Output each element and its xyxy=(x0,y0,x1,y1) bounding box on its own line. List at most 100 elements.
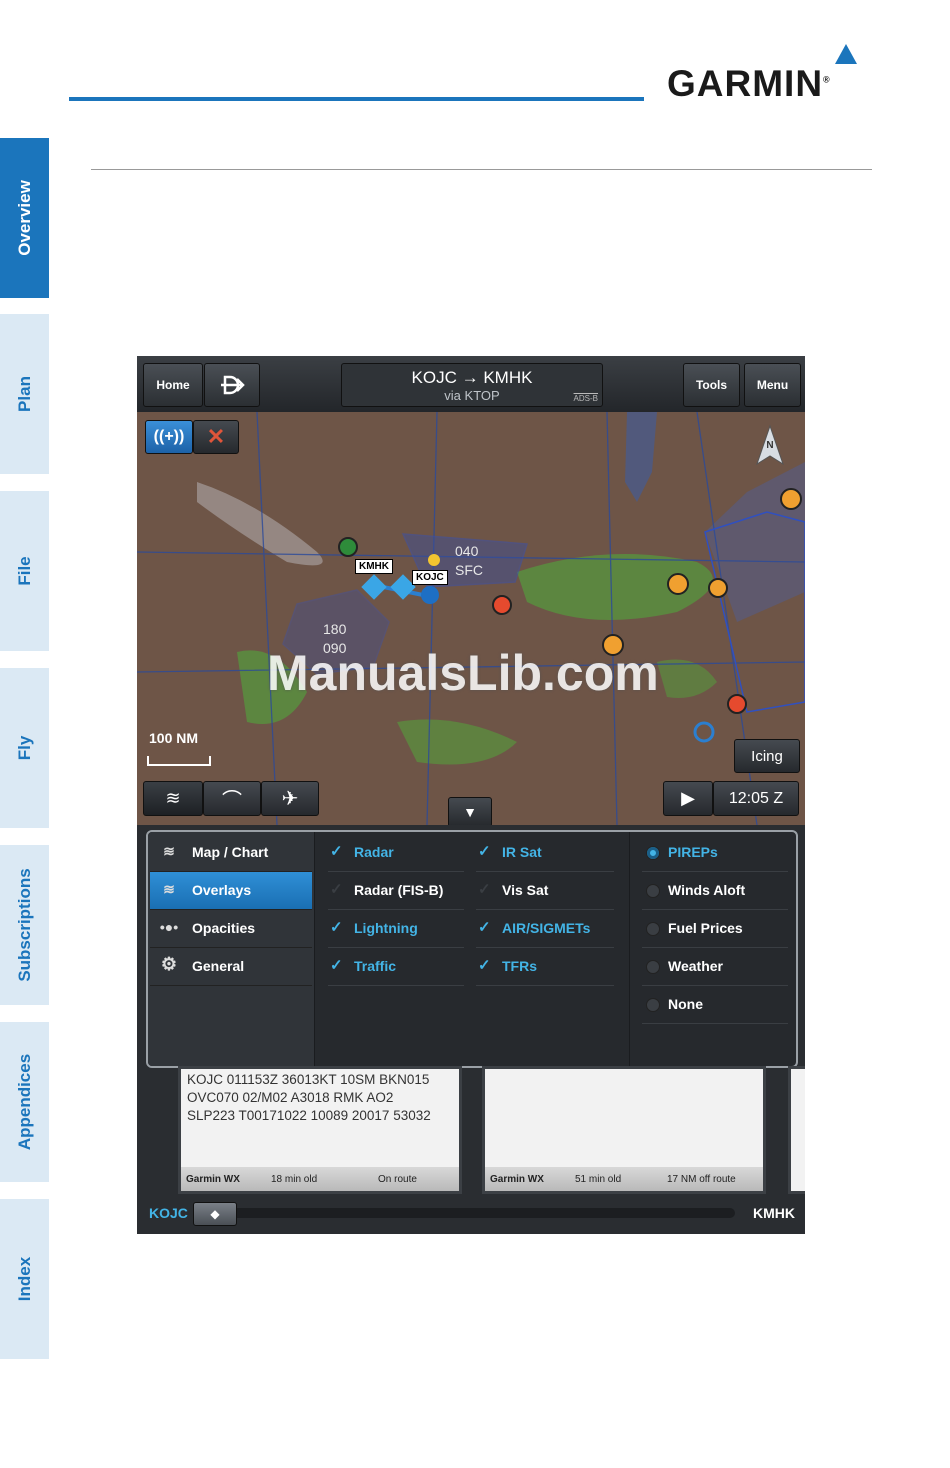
svg-text:N: N xyxy=(766,440,773,451)
slider-icon: •●• xyxy=(159,919,179,935)
check-icon: ✓ xyxy=(478,919,491,936)
layers-tab[interactable]: ≋ xyxy=(143,781,203,816)
play-button[interactable]: ▶ xyxy=(663,781,713,816)
adsb-indicator: ADS-B xyxy=(573,394,598,403)
radio-weather[interactable]: Weather xyxy=(642,948,788,986)
next-card-partial[interactable] xyxy=(788,1066,805,1194)
overlay-tfrs[interactable]: ✓ TFRs xyxy=(476,948,614,986)
gps-icon: ((+)) xyxy=(153,428,185,445)
card-position: 17 NM off route xyxy=(667,1174,736,1185)
section-rule xyxy=(91,169,872,170)
card-age: 51 min old xyxy=(575,1174,622,1185)
card-footer: Garmin WX 18 min old On route xyxy=(181,1167,459,1191)
card-age: 18 min old xyxy=(271,1174,318,1185)
menu-item-overlays[interactable]: ≋ Overlays xyxy=(150,872,312,910)
aircraft-tab[interactable]: ✈ xyxy=(261,781,319,816)
check-icon: ✓ xyxy=(330,843,343,860)
overlay-ir-sat[interactable]: ✓ IR Sat xyxy=(476,834,614,872)
layers-icon: ≋ xyxy=(163,843,175,859)
aircraft-disabled-icon: ✕ xyxy=(206,424,226,449)
check-icon: ✓ xyxy=(330,957,343,974)
garmin-pilot-screenshot: Home KOJC → KMHK via KTOP ADS-B Tools Me… xyxy=(137,356,805,1234)
card-footer: Garmin WX 51 min old 17 NM off route xyxy=(485,1167,763,1191)
menu-item-general[interactable]: ⚙ General xyxy=(150,948,312,986)
diamond-icon: ◆ xyxy=(210,1207,220,1221)
route-title: KOJC → KMHK xyxy=(411,368,533,387)
watermark: ManualsLib.com xyxy=(267,645,659,701)
profile-icon: ⌒ xyxy=(222,790,242,812)
airport-label-kmhk[interactable]: KMHK xyxy=(355,559,393,574)
aircraft-off-button[interactable]: ✕ xyxy=(193,420,239,454)
route-via: via KTOP xyxy=(444,388,500,403)
overlay-panel: ≋ Map / Chart ≋ Overlays •●• Opacities ⚙… xyxy=(146,830,798,1068)
airspace-label-1: 040 SFC xyxy=(455,543,483,578)
menu-button[interactable]: Menu xyxy=(744,363,801,407)
check-icon: ✓ xyxy=(330,919,343,936)
check-icon: ✓ xyxy=(478,843,491,860)
tab-fly[interactable]: Fly xyxy=(0,668,49,828)
card-position: On route xyxy=(378,1174,417,1185)
overlay-menu: ≋ Map / Chart ≋ Overlays •●• Opacities ⚙… xyxy=(148,832,315,1066)
radio-winds-aloft[interactable]: Winds Aloft xyxy=(642,872,788,910)
radio-icon xyxy=(646,998,660,1012)
home-button[interactable]: Home xyxy=(143,363,203,407)
collapse-panel-button[interactable]: ▼ xyxy=(448,797,492,825)
card-source: Garmin WX xyxy=(186,1174,240,1185)
layers-icon: ≋ xyxy=(165,788,181,808)
tab-appendices[interactable]: Appendices xyxy=(0,1022,49,1182)
overlay-vis-sat[interactable]: ✓ Vis Sat xyxy=(476,872,614,910)
tab-plan[interactable]: Plan xyxy=(0,314,49,474)
play-icon: ▶ xyxy=(681,788,695,808)
map-scale-bar xyxy=(147,756,211,766)
radio-fuel-prices[interactable]: Fuel Prices xyxy=(642,910,788,948)
radio-icon xyxy=(646,960,660,974)
chevron-down-icon: ▼ xyxy=(463,804,477,820)
check-icon: ✓ xyxy=(330,881,343,898)
radio-icon xyxy=(646,922,660,936)
radio-selected-icon xyxy=(646,846,660,860)
route-origin: KOJC xyxy=(149,1205,188,1221)
animation-time: 12:05 Z xyxy=(713,781,799,816)
route-progress-handle[interactable]: ◆ xyxy=(193,1202,237,1226)
map-scale-label: 100 NM xyxy=(149,730,199,746)
menu-item-opacities[interactable]: •●• Opacities xyxy=(150,910,312,948)
profile-tab[interactable]: ⌒ xyxy=(203,781,261,816)
metar-card[interactable]: KOJC 011153Z 36013KT 10SM BKN015 OVC070 … xyxy=(178,1066,462,1194)
garmin-delta-logo xyxy=(835,44,857,64)
gear-icon: ⚙ xyxy=(160,954,178,974)
metar-text: KOJC 011153Z 36013KT 10SM BKN015 OVC070 … xyxy=(187,1072,431,1123)
icing-button[interactable]: Icing xyxy=(734,739,800,773)
tab-index[interactable]: Index xyxy=(0,1199,49,1359)
route-display[interactable]: KOJC → KMHK via KTOP ADS-B xyxy=(341,363,603,407)
airport-label-kojc[interactable]: KOJC xyxy=(412,570,448,585)
radio-icon xyxy=(646,884,660,898)
tab-file[interactable]: File xyxy=(0,491,49,651)
overlay-traffic[interactable]: ✓ Traffic xyxy=(328,948,464,986)
radio-none[interactable]: None xyxy=(642,986,788,1024)
tools-button[interactable]: Tools xyxy=(683,363,740,407)
header-rule xyxy=(69,97,644,101)
tab-overview[interactable]: Overview xyxy=(0,138,49,298)
overlay-lightning[interactable]: ✓ Lightning xyxy=(328,910,464,948)
overlay-airsigmets[interactable]: ✓ AIR/SIGMETs xyxy=(476,910,614,948)
check-icon: ✓ xyxy=(478,881,491,898)
map-graphics: N xyxy=(137,412,805,825)
garmin-logo: GARMIN® xyxy=(667,63,831,104)
overlay-radar[interactable]: ✓ Radar xyxy=(328,834,464,872)
route-progress-track[interactable] xyxy=(231,1208,735,1218)
layers-icon: ≋ xyxy=(163,881,175,897)
direct-to-icon xyxy=(221,375,245,395)
route-destination: KMHK xyxy=(753,1205,795,1221)
check-icon: ✓ xyxy=(478,957,491,974)
overlay-radar-fisb[interactable]: ✓ Radar (FIS-B) xyxy=(328,872,464,910)
ownship-center-button[interactable]: ((+)) xyxy=(145,420,193,454)
direct-to-button[interactable] xyxy=(204,363,260,407)
column-divider xyxy=(629,832,630,1066)
radio-pireps[interactable]: PIREPs xyxy=(642,834,788,872)
report-card[interactable]: Garmin WX 51 min old 17 NM off route xyxy=(482,1066,766,1194)
card-source: Garmin WX xyxy=(490,1174,544,1185)
airplane-icon: ✈ xyxy=(281,788,299,810)
map-view[interactable]: N ((+)) ✕ 040 SFC 180 090 KMHK KOJC Manual… xyxy=(137,412,805,825)
menu-item-map-chart[interactable]: ≋ Map / Chart xyxy=(150,834,312,872)
tab-subscriptions[interactable]: Subscriptions xyxy=(0,845,49,1005)
